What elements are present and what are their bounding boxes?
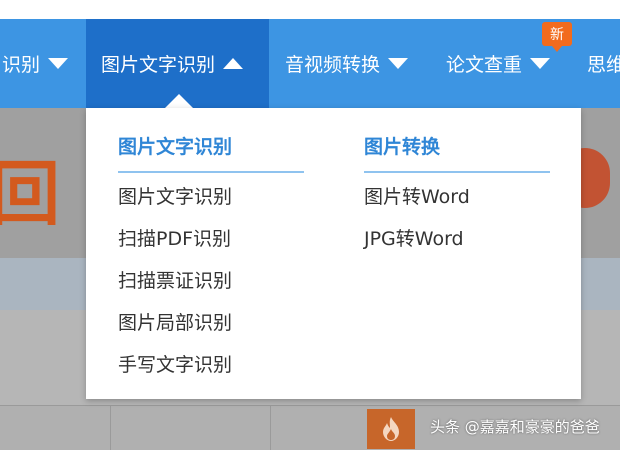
caret-down-icon bbox=[530, 58, 551, 69]
dropdown-pointer bbox=[165, 94, 193, 108]
heading-underline bbox=[118, 171, 304, 173]
nav-item-ocr[interactable]: 识别 bbox=[2, 19, 69, 108]
menu-link[interactable]: 扫描票证识别 bbox=[118, 266, 232, 293]
menu-link[interactable]: JPG转Word bbox=[364, 224, 464, 251]
column-heading: 图片文字识别 bbox=[118, 136, 233, 158]
dropdown-menu: 图片文字识别 图片文字识别 扫描PDF识别 扫描票证识别 图片局部识别 手写文字… bbox=[86, 108, 581, 399]
menu-link[interactable]: 图片局部识别 bbox=[118, 308, 232, 335]
new-badge: 新 bbox=[542, 22, 572, 52]
nav-item-mindmap[interactable]: 思维 bbox=[587, 19, 620, 108]
caret-down-icon bbox=[388, 58, 409, 69]
main-nav: 识别 图片文字识别 音视频转换 论文查重 思维 bbox=[0, 19, 620, 108]
top-strip bbox=[0, 0, 620, 19]
divider bbox=[110, 406, 111, 450]
nav-item-label: 识别 bbox=[2, 54, 41, 76]
divider bbox=[270, 406, 271, 450]
caret-up-icon bbox=[223, 58, 244, 69]
banner-glyph: 回 bbox=[0, 153, 60, 235]
menu-link[interactable]: 图片转Word bbox=[364, 182, 470, 209]
heading-underline bbox=[364, 171, 550, 173]
menu-link[interactable]: 手写文字识别 bbox=[118, 350, 232, 377]
nav-item-av-convert[interactable]: 音视频转换 bbox=[285, 19, 409, 108]
fire-icon-svg bbox=[383, 417, 399, 441]
nav-item-plagiarism-check[interactable]: 论文查重 bbox=[446, 19, 551, 108]
nav-item-label: 思维 bbox=[587, 54, 620, 76]
nav-item-label: 论文查重 bbox=[446, 54, 523, 76]
column-heading: 图片转换 bbox=[364, 136, 441, 158]
nav-item-label: 音视频转换 bbox=[285, 54, 381, 76]
menu-link[interactable]: 扫描PDF识别 bbox=[118, 224, 231, 251]
menu-link[interactable]: 图片文字识别 bbox=[118, 182, 232, 209]
caret-down-icon bbox=[48, 58, 69, 69]
nav-item-label: 图片文字识别 bbox=[101, 54, 216, 76]
watermark: 头条 @嘉嘉和豪豪的爸爸 bbox=[430, 418, 600, 436]
fire-icon[interactable] bbox=[367, 409, 415, 449]
